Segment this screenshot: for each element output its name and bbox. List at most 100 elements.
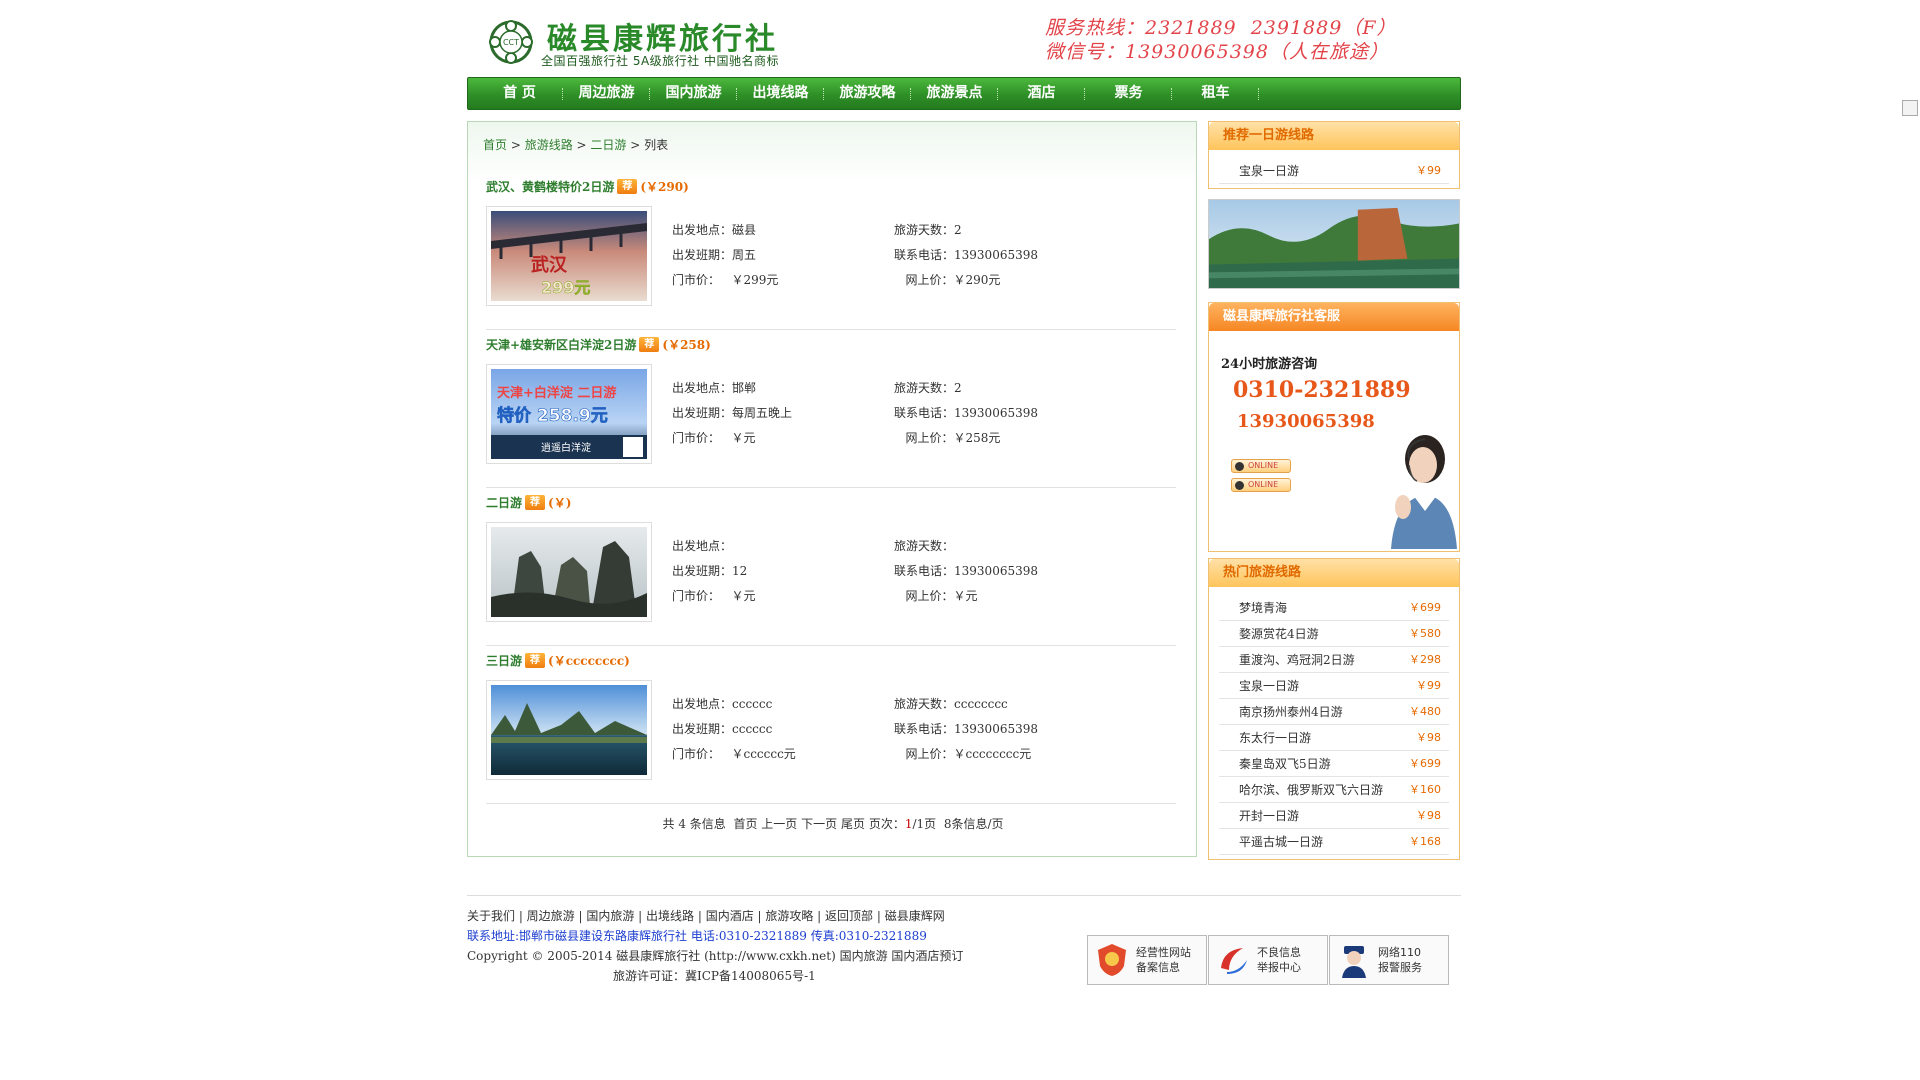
tour-price: (￥cccccccc) [548, 654, 630, 668]
tour-price: (￥258) [662, 338, 711, 352]
nav-outbound-routes[interactable]: 出境线路 [737, 78, 824, 109]
route-name[interactable]: 婺源赏花4日游 [1239, 621, 1319, 646]
hot-routes-title: 热门旅游线路 [1209, 559, 1459, 587]
list-item[interactable]: 秦皇岛双飞5日游 ￥699 [1219, 751, 1449, 777]
market-price-label: 门市价： [672, 273, 721, 287]
icp-record-badge[interactable]: 经营性网站 备案信息 [1087, 935, 1207, 985]
pager-first-link[interactable]: 首页 [733, 817, 757, 831]
market-price-label: 门市价： [672, 589, 721, 603]
market-price-value: ￥元 [731, 589, 756, 603]
nav-domestic-tours[interactable]: 国内旅游 [650, 78, 737, 109]
tour-info: 出发地点： 旅游天数： 出发班期：12 联系电话：13930065398 门市价： … [672, 534, 1172, 609]
breadcrumb-home[interactable]: 首页 [483, 138, 507, 152]
route-name[interactable]: 宝泉一日游 [1239, 158, 1299, 183]
tour-title-link[interactable]: 二日游 [486, 494, 522, 511]
list-item[interactable]: 婺源赏花4日游 ￥580 [1219, 621, 1449, 647]
schedule-label: 出发班期： [672, 722, 733, 736]
pager-total-suffix: 条信息 [689, 817, 726, 831]
sidebar: 推荐一日游线路 宝泉一日游 ￥99 磁县康辉旅行社客服 24小时旅游咨询 0310… [1208, 121, 1460, 860]
poster-title: 武汉 [531, 255, 568, 276]
breadcrumb-routes[interactable]: 旅游线路 [525, 138, 573, 152]
badge-line1: 不良信息 [1257, 946, 1301, 959]
nav-home[interactable]: 首 页 [476, 78, 563, 109]
footer-links[interactable]: 关于我们 | 周边旅游 | 国内旅游 | 出境线路 | 国内酒店 | 旅游攻略 … [467, 906, 963, 926]
phone-value: 13930065398 [954, 406, 1038, 420]
route-name[interactable]: 重渡沟、鸡冠洞2日游 [1239, 647, 1355, 672]
list-item[interactable]: 宝泉一日游 ￥99 [1219, 158, 1449, 184]
hotline-wechat: 微信号：13930065398（人在旅途） [1045, 41, 1389, 63]
pager-total-prefix: 共 [662, 817, 675, 831]
route-name[interactable]: 东太行一日游 [1239, 725, 1311, 750]
phone-value: 13930065398 [954, 248, 1038, 262]
route-name[interactable]: 平遥古城一日游 [1239, 829, 1323, 854]
route-name[interactable]: 哈尔滨、俄罗斯双飞六日游 [1239, 777, 1383, 802]
tour-info: 出发地点：cccccc 旅游天数：cccccccc 出发班期：cccccc 联系电话… [672, 692, 1172, 767]
depart-label: 出发地点： [672, 539, 733, 553]
tour-title-row: 二日游 荐 (￥) [486, 494, 571, 511]
tour-thumbnail[interactable] [486, 522, 652, 622]
list-item[interactable]: 东太行一日游 ￥98 [1219, 725, 1449, 751]
footer-copyright: Copyright © 2005-2014 磁县康辉旅行社 (http://ww… [467, 949, 964, 963]
route-name[interactable]: 宝泉一日游 [1239, 673, 1299, 698]
tour-thumbnail[interactable]: 武汉 299元 [486, 206, 652, 306]
list-item[interactable]: 南京扬州泰州4日游 ￥480 [1219, 699, 1449, 725]
list-item[interactable]: 宝泉一日游 ￥99 [1219, 673, 1449, 699]
customer-service-box: 磁县康辉旅行社客服 24小时旅游咨询 0310-2321889 13930065… [1208, 302, 1460, 552]
list-item[interactable]: 平遥古城一日游 ￥168 [1219, 829, 1449, 855]
list-item[interactable]: 哈尔滨、俄罗斯双飞六日游 ￥160 [1219, 777, 1449, 803]
footer-divider [467, 895, 1461, 896]
days-label: 旅游天数： [894, 223, 955, 237]
nav-nearby-tours[interactable]: 周边旅游 [563, 78, 650, 109]
poster-price: 299元 [541, 278, 590, 297]
cct-logo-icon[interactable]: CCT [487, 18, 535, 66]
tour-thumbnail[interactable] [486, 680, 652, 780]
nav-attractions[interactable]: 旅游景点 [911, 78, 998, 109]
tour-item: 二日游 荐 (￥) 出发地点： 旅游天数： 出发班期：12 联系电话：1393006… [486, 490, 1176, 646]
route-name[interactable]: 梦境青海 [1239, 595, 1287, 620]
nav-travel-guides[interactable]: 旅游攻略 [824, 78, 911, 109]
depart-label: 出发地点： [672, 223, 733, 237]
schedule-label: 出发班期： [672, 248, 733, 262]
tour-title-link[interactable]: 武汉、黄鹤楼特价2日游 [486, 178, 614, 195]
route-price: ￥580 [1409, 627, 1441, 640]
tour-title-link[interactable]: 三日游 [486, 652, 522, 669]
nav-car-rental[interactable]: 租车 [1172, 78, 1259, 109]
market-price-label: 门市价： [672, 431, 721, 445]
market-price-value: ￥元 [731, 431, 756, 445]
phone-label: 联系电话： [894, 406, 955, 420]
breadcrumb-category[interactable]: 二日游 [590, 138, 626, 152]
service-title: 磁县康辉旅行社客服 [1209, 303, 1459, 331]
tour-thumbnail[interactable]: 天津+白洋淀 二日游 特价 258.9元 逍遥白洋淀 [486, 364, 652, 464]
pager-prev-link[interactable]: 上一页 [761, 817, 797, 831]
schedule-value: 12 [732, 564, 748, 578]
scenery-banner-image[interactable] [1208, 199, 1460, 289]
service-phone: 0310-2321889 [1233, 377, 1411, 403]
online-price-label: 网上价： [905, 747, 954, 761]
depart-value: cccccc [732, 697, 773, 711]
tour-title-link[interactable]: 天津+雄安新区白洋淀2日游 [486, 336, 636, 353]
qq-online-button[interactable]: ONLINE [1231, 459, 1291, 473]
route-name[interactable]: 开封一日游 [1239, 803, 1299, 828]
depart-value: 邯郸 [732, 381, 757, 395]
tour-item: 三日游 荐 (￥cccccccc) 出发地点：cccccc 旅游天数：cccccc… [486, 648, 1176, 804]
route-name[interactable]: 秦皇岛双飞5日游 [1239, 751, 1331, 776]
police-110-badge[interactable]: 网络110 报警服务 [1329, 935, 1449, 985]
poster-price: 特价 258.9元 [497, 405, 608, 426]
main-nav: 首 页 周边旅游 国内旅游 出境线路 旅游攻略 旅游景点 酒店 票务 租车 [467, 77, 1461, 110]
pager-last-link[interactable]: 尾页 [841, 817, 865, 831]
list-item[interactable]: 重渡沟、鸡冠洞2日游 ￥298 [1219, 647, 1449, 673]
schedule-label: 出发班期： [672, 564, 733, 578]
tour-title-row: 武汉、黄鹤楼特价2日游 荐 (￥290) [486, 178, 689, 195]
list-item[interactable]: 梦境青海 ￥699 [1219, 595, 1449, 621]
qq-online-button[interactable]: ONLINE [1231, 478, 1291, 492]
nav-hotels[interactable]: 酒店 [998, 78, 1085, 109]
schedule-value: 周五 [732, 248, 757, 262]
list-item[interactable]: 开封一日游 ￥98 [1219, 803, 1449, 829]
breadcrumb-separator: > [626, 138, 645, 152]
pager-next-link[interactable]: 下一页 [801, 817, 837, 831]
days-label: 旅游天数： [894, 381, 955, 395]
phone-value: 13930065398 [954, 722, 1038, 736]
nav-tickets[interactable]: 票务 [1085, 78, 1172, 109]
report-center-badge[interactable]: 不良信息 举报中心 [1208, 935, 1328, 985]
route-name[interactable]: 南京扬州泰州4日游 [1239, 699, 1343, 724]
